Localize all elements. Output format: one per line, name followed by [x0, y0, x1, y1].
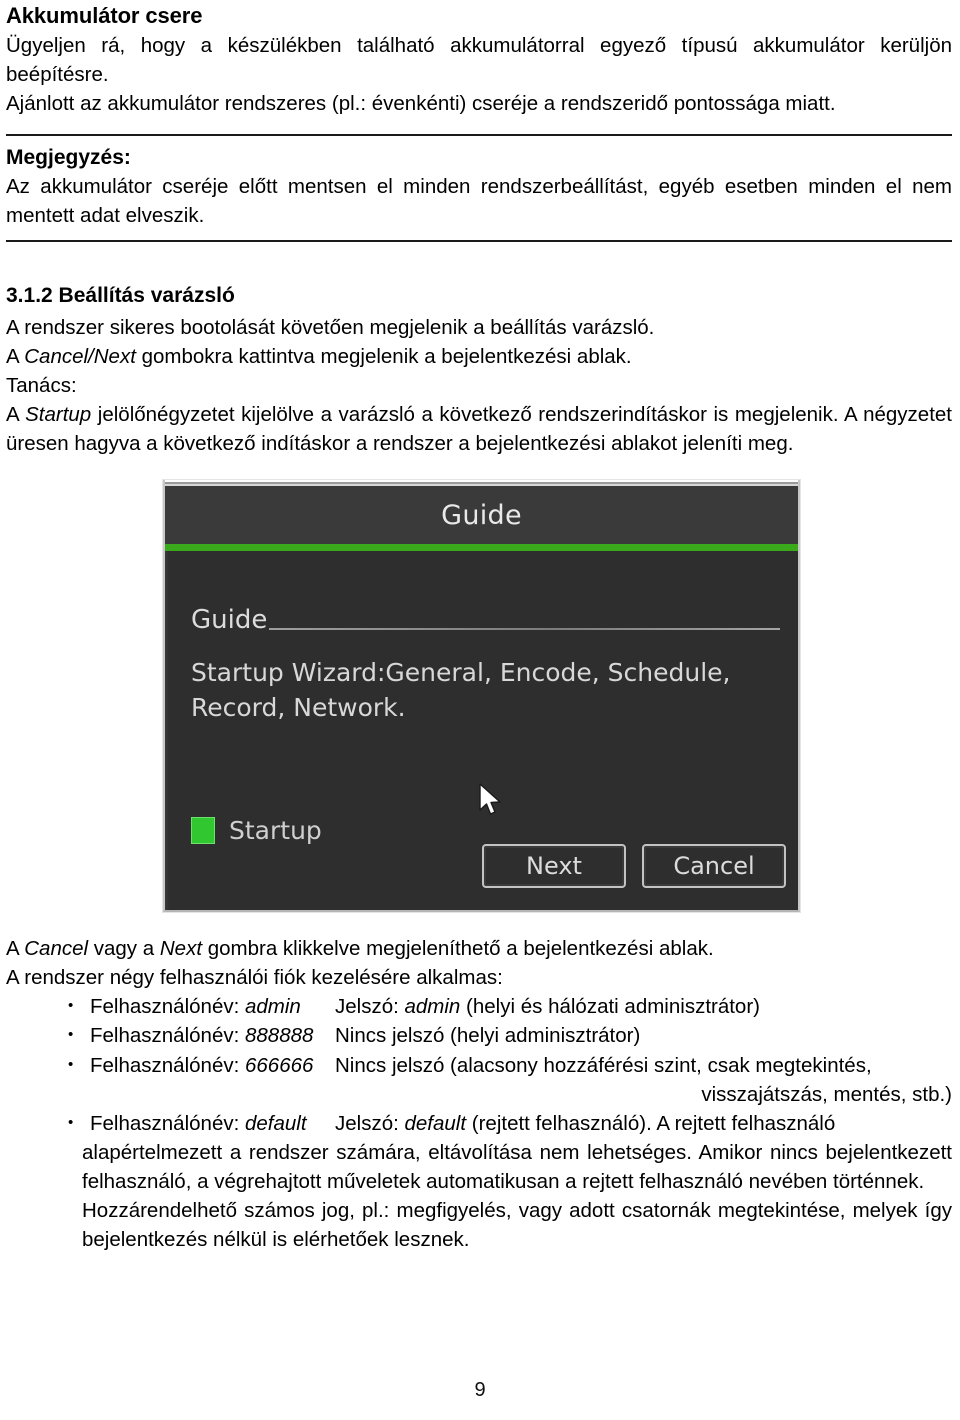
after-image-line-1-mid: vagy a [88, 937, 160, 961]
page-number: 9 [474, 1379, 486, 1401]
list-item: • Felhasználónév: admin Jelszó: admin (h… [6, 992, 952, 1021]
tip-text: A Startup jelölőnégyzetet kijelölve a va… [6, 400, 952, 458]
default-account-detail-b: Hozzárendelhető számos jog, pl.: megfigy… [82, 1199, 952, 1252]
account-password-line-2: visszajátszás, mentés, stb.) [701, 1082, 952, 1106]
account-list: • Felhasználónév: admin Jelszó: admin (h… [6, 992, 952, 1138]
embedded-screenshot-wrapper: Guide Guide Startup Wizard:General, Enco… [6, 480, 952, 913]
account-password-label: Jelszó: [335, 1111, 405, 1135]
next-button[interactable]: Next [482, 844, 626, 889]
guide-dialog-screenshot: Guide Guide Startup Wizard:General, Enco… [163, 480, 800, 913]
section-paragraph-2-pre: A [6, 344, 25, 368]
account-password-value: admin [404, 995, 461, 1019]
account-username: Felhasználónév: default [82, 1109, 335, 1138]
guide-header-rule [269, 628, 780, 631]
account-username-label: Felhasználónév: [90, 1053, 245, 1077]
after-image-next-emphasis: Next [159, 937, 203, 961]
after-image-line-1-pre: A [6, 937, 25, 961]
list-item: • Felhasználónév: 888888 Nincs jelszó (h… [6, 1021, 952, 1050]
section-paragraph-2: A Cancel/Next gombokra kattintva megjele… [6, 342, 952, 371]
account-username-label: Felhasználónév: [90, 1024, 245, 1048]
account-password-note: (helyi és hálózati adminisztrátor) [460, 995, 760, 1019]
page-footer: 9 [0, 1379, 960, 1402]
dialog-title: Guide [441, 499, 522, 531]
account-password: Nincs jelszó (helyi adminisztrátor) [335, 1024, 641, 1048]
tip-text-pre: A [6, 402, 26, 426]
intro-paragraph-2: Ajánlott az akkumulátor rendszeres (pl.:… [6, 91, 836, 115]
dialog-body: Guide Startup Wizard:General, Encode, Sc… [165, 551, 798, 911]
account-password: Jelszó: admin (helyi és hálózati adminis… [335, 992, 952, 1021]
document-page: Akkumulátor csere Ügyeljen rá, hogy a ké… [0, 3, 960, 1420]
body-left-bevel [165, 551, 169, 911]
account-username-value: 888888 [244, 1024, 314, 1048]
after-image-line-1-post: gombra klikkelve megjeleníthető a bejele… [202, 937, 714, 961]
tip-label: Tanács: [6, 373, 77, 397]
account-password-note: (rejtett felhasználó). A rejtett felhasz… [466, 1111, 836, 1135]
section-paragraph-2-post: gombokra kattintva megjelenik a bejelent… [135, 344, 632, 368]
after-image-line-1: A Cancel vagy a Next gombra klikkelve me… [6, 934, 952, 963]
guide-section-header: Guide [191, 607, 780, 633]
tip-text-post: jelölőnégyzetet kijelölve a varázsló a k… [6, 402, 952, 456]
list-bullet: • [68, 1026, 74, 1044]
account-username-label: Felhasználónév: [90, 1111, 245, 1135]
note-box: Megjegyzés: Az akkumulátor cseréje előtt… [6, 133, 952, 243]
note-text: Az akkumulátor cseréje előtt mentsen el … [6, 175, 952, 228]
account-password-line-1: Nincs jelszó (alacsony hozzáférési szint… [335, 1053, 872, 1077]
guide-field-label: Guide [191, 605, 268, 636]
section-paragraph-1: A rendszer sikeres bootolását követően m… [6, 315, 655, 339]
account-username: Felhasználónév: 666666 [82, 1051, 335, 1080]
startup-checkbox-label: Startup [229, 816, 322, 846]
account-username-value: admin [244, 995, 301, 1019]
note-title: Megjegyzés: [6, 145, 131, 169]
startup-checkbox[interactable] [191, 817, 215, 845]
account-username: Felhasználónév: 888888 [82, 1021, 335, 1050]
account-username-value: 666666 [244, 1053, 314, 1077]
account-password-value: default [404, 1111, 467, 1135]
intro-paragraph-1: Ügyeljen rá, hogy a készülékben találhat… [6, 33, 952, 86]
account-password: Jelszó: default (rejtett felhasználó). A… [335, 1109, 952, 1138]
section-heading: 3.1.2 Beállítás varázsló [6, 284, 235, 308]
guide-description: Startup Wizard:General, Encode, Schedule… [191, 658, 731, 723]
account-username-value: default [244, 1111, 307, 1135]
after-image-cancel-emphasis: Cancel [24, 937, 89, 961]
after-image-line-2: A rendszer négy felhasználói fiók kezelé… [6, 966, 503, 990]
account-password-label: Jelszó: [335, 995, 405, 1019]
section-paragraph-2-emphasis: Cancel/Next [24, 344, 136, 368]
dialog-titlebar: Guide [165, 486, 798, 545]
list-bullet: • [68, 1055, 74, 1073]
account-username: Felhasználónév: admin [82, 992, 335, 1021]
list-bullet: • [68, 1113, 74, 1131]
list-item: • Felhasználónév: default Jelszó: defaul… [6, 1109, 952, 1138]
default-account-detail-a: alapértelmezett a rendszer számára, eltá… [82, 1140, 952, 1194]
startup-checkbox-row[interactable]: Startup [191, 816, 322, 845]
tip-text-emphasis: Startup [25, 402, 92, 426]
account-username-label: Felhasználónév: [90, 995, 245, 1019]
mouse-cursor-icon [478, 783, 504, 817]
dialog-button-row: Next Cancel [482, 844, 786, 889]
cancel-button[interactable]: Cancel [642, 844, 786, 889]
page-title: Akkumulátor csere [6, 3, 203, 28]
post-image-spacer [6, 912, 952, 934]
list-item: • Felhasználónév: 666666 Nincs jelszó (a… [6, 1051, 952, 1109]
accent-divider [165, 544, 798, 552]
list-bullet: • [68, 997, 74, 1015]
account-password: Nincs jelszó (alacsony hozzáférési szint… [335, 1051, 952, 1109]
